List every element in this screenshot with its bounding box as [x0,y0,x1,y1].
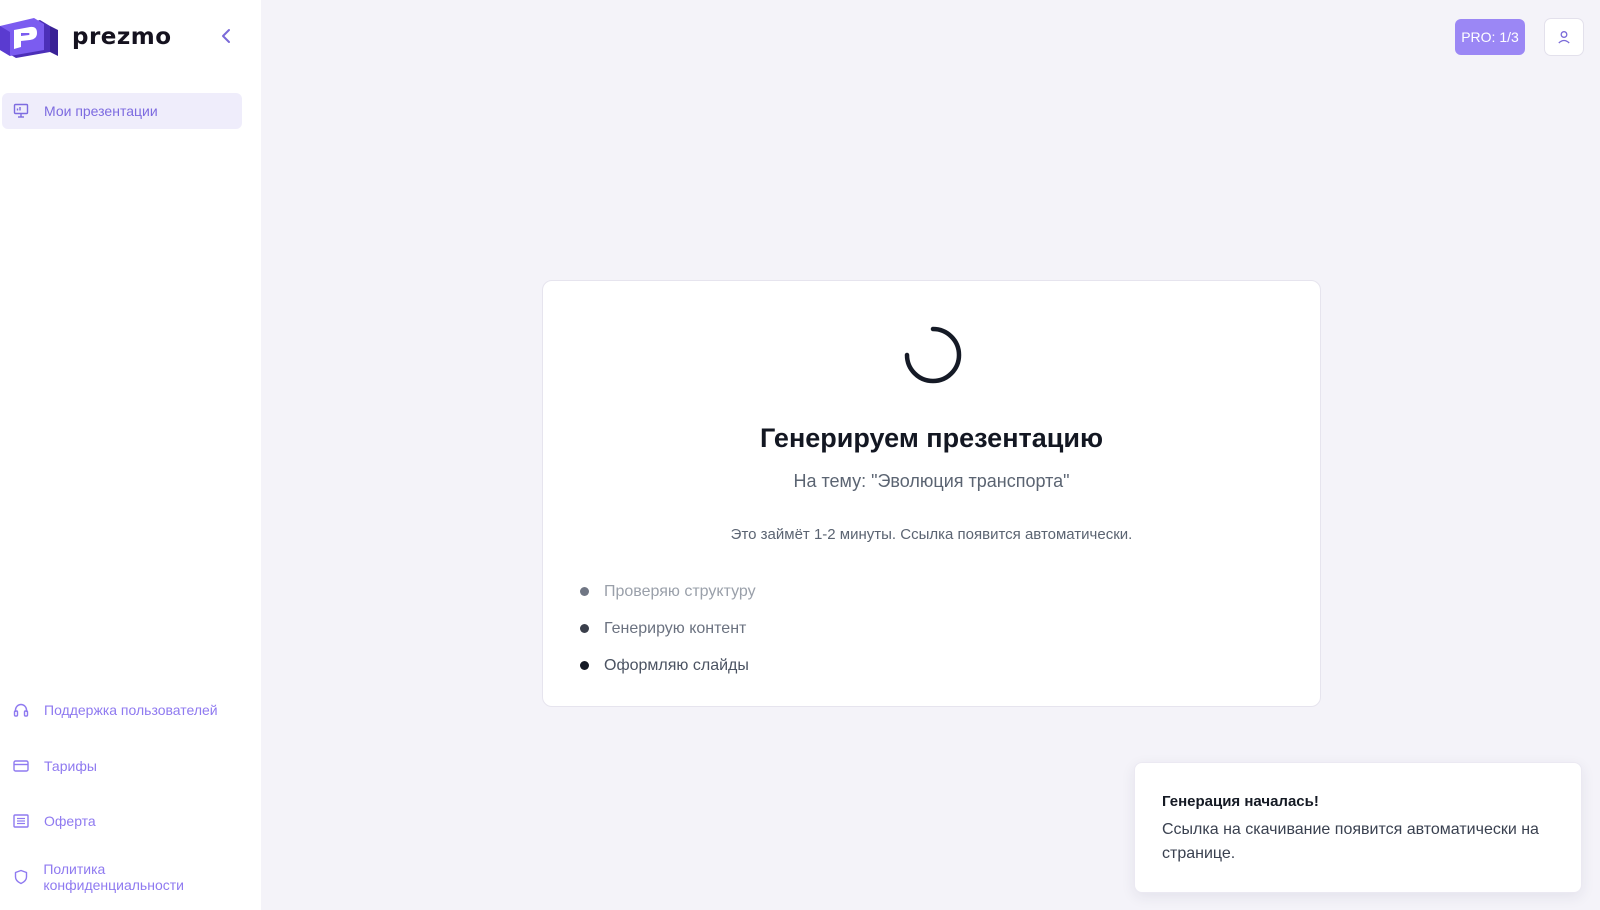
step-label: Генерирую контент [604,619,747,637]
document-list-icon [12,812,30,830]
step-bullet-icon [580,624,589,633]
generation-card: Генерируем презентацию На тему: "Эволюци… [542,280,1321,707]
toast-message: Ссылка на скачивание появится автоматиче… [1162,821,1539,862]
sidebar-item-label: Поддержка пользователей [44,702,218,718]
presentation-topic: На тему: "Эволюция транспорта" [793,471,1070,491]
wait-note: Это займёт 1-2 минуты. Ссылка появится а… [730,526,1133,543]
credit-card-icon [12,757,30,775]
progress-step: Проверяю структуру [580,573,756,610]
sidebar: prezmo Мои презентации Поддержка пользов… [0,0,261,910]
chevron-left-icon [222,29,230,43]
step-label: Проверяю структуру [604,582,756,600]
presentation-icon [12,102,30,120]
step-label: Оформляю слайды [604,656,749,674]
sidebar-item-my-presentations[interactable]: Мои презентации [2,93,242,129]
step-bullet-icon [580,587,589,596]
pro-plan-badge[interactable]: PRO: 1/3 [1455,19,1525,55]
progress-steps: Проверяю структуру Генерирую контент Офо… [580,573,756,684]
headphones-icon [12,701,30,719]
prezmo-logo-icon [0,18,58,58]
logo[interactable]: prezmo [0,16,172,58]
sidebar-item-label: Мои презентации [44,103,158,119]
page-title: Генерируем презентацию [760,423,1103,453]
progress-step: Оформляю слайды [580,647,756,684]
sidebar-item-support[interactable]: Поддержка пользователей [2,692,242,728]
profile-button[interactable] [1544,18,1584,56]
shield-icon [12,868,29,886]
sidebar-item-label: Оферта [44,813,96,829]
progress-step: Генерирую контент [580,610,756,647]
brand-name: prezmo [72,24,172,50]
toast-title: Генерация началась! [1162,793,1319,810]
app-root: prezmo Мои презентации Поддержка пользов… [0,0,1600,910]
step-bullet-icon [580,661,589,670]
toast-notification[interactable]: Генерация началась! Ссылка на скачивание… [1134,762,1582,893]
user-icon [1558,31,1570,44]
sidebar-item-privacy-policy[interactable]: Политика конфиденциальности [2,859,242,895]
loading-spinner-icon [904,326,962,384]
sidebar-item-offer[interactable]: Оферта [2,803,242,839]
collapse-sidebar-button[interactable] [216,26,236,46]
sidebar-item-tariffs[interactable]: Тарифы [2,748,242,784]
sidebar-item-label: Политика конфиденциальности [43,861,184,893]
sidebar-item-label: Тарифы [44,758,97,774]
